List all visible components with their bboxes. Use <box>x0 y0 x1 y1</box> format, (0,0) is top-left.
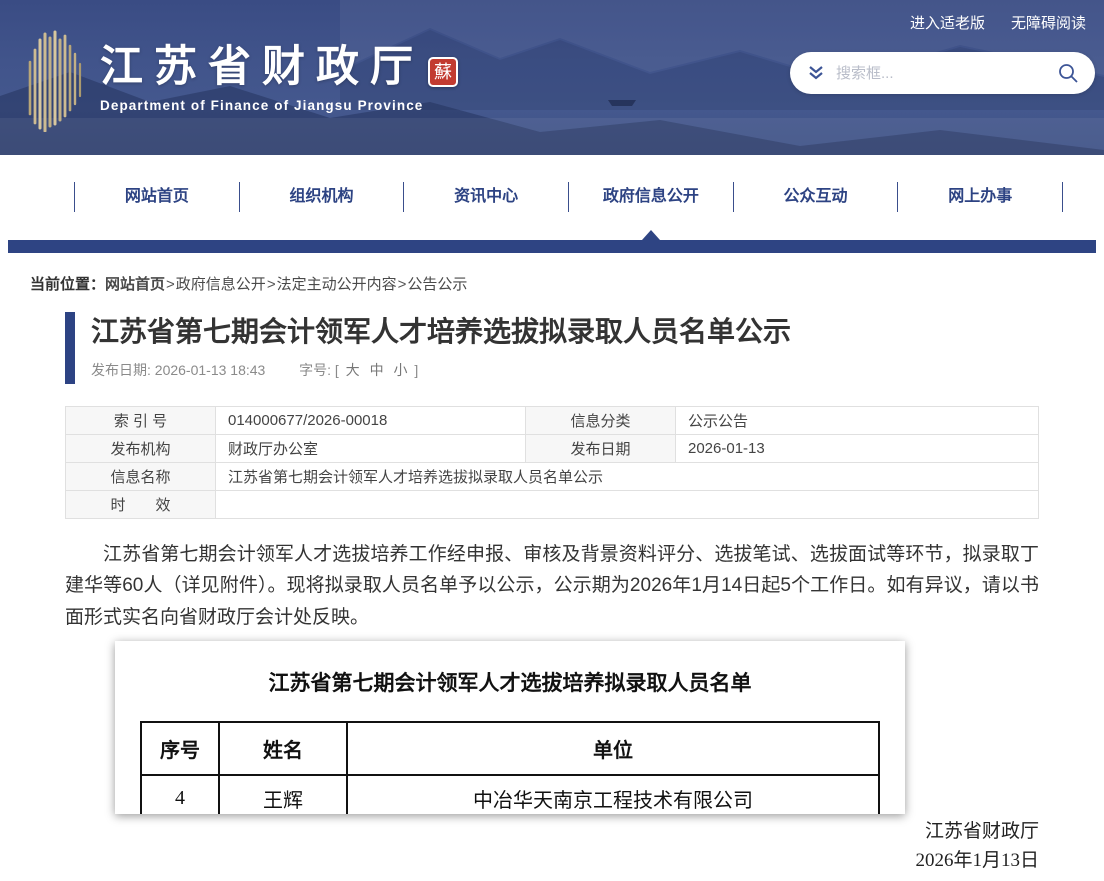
admitted-list-table: 序号 姓名 单位 4 王辉 中冶华天南京工程技术有限公司 <box>140 721 880 814</box>
signature-block: 江苏省财政厅 2026年1月13日 <box>65 818 1039 875</box>
fontsize-bracket: [ <box>335 362 339 378</box>
su-seal-icon: 蘇 <box>428 57 458 87</box>
info-value-name: 江苏省第七期会计领军人才培养选拔拟录取人员名单公示 <box>216 463 1039 491</box>
table-row: 索 引 号 014000677/2026-00018 信息分类 公示公告 <box>66 407 1039 435</box>
breadcrumb-separator: > <box>398 276 407 293</box>
document-info-table: 索 引 号 014000677/2026-00018 信息分类 公示公告 发布机… <box>65 406 1039 519</box>
nav-active-bar <box>8 240 1096 253</box>
info-label-validity: 时 效 <box>66 491 216 519</box>
info-label-agency: 发布机构 <box>66 435 216 463</box>
info-value-pubdate: 2026-01-13 <box>676 435 1039 463</box>
fontsize-bracket: ] <box>414 362 418 378</box>
info-value-validity <box>216 491 1039 519</box>
col-header-no: 序号 <box>141 722 219 775</box>
fontsize-large-button[interactable]: 大 <box>346 362 360 378</box>
cell-name: 王辉 <box>219 775 347 814</box>
signature-org: 江苏省财政厅 <box>65 818 1039 847</box>
publish-date-label: 发布日期: <box>91 362 151 378</box>
utility-links: 进入适老版 无障碍阅读 <box>910 12 1086 33</box>
breadcrumb-separator: > <box>166 276 175 293</box>
article: 江苏省第七期会计领军人才培养选拔拟录取人员名单公示 发布日期: 2026-01-… <box>0 312 1104 881</box>
search-icon[interactable] <box>1057 62 1079 84</box>
logo-text: 江苏省财政厅 蘇 Department of Finance of Jiangs… <box>100 28 458 113</box>
embedded-document-image: 江苏省第七期会计领军人才选拔培养拟录取人员名单 序号 姓名 单位 4 王辉 中冶… <box>115 641 905 814</box>
nav-item-interaction[interactable]: 公众互动 <box>733 182 898 212</box>
breadcrumb-separator: > <box>267 276 276 293</box>
site-logo[interactable]: 江苏省财政厅 蘇 Department of Finance of Jiangs… <box>26 28 458 132</box>
cell-no: 4 <box>141 775 219 814</box>
col-header-unit: 单位 <box>347 722 879 775</box>
nav-item-home[interactable]: 网站首页 <box>74 182 239 212</box>
table-header-row: 序号 姓名 单位 <box>141 722 879 775</box>
breadcrumb-announcements[interactable]: 公告公示 <box>407 276 467 293</box>
table-row: 信息名称 江苏省第七期会计领军人才培养选拔拟录取人员名单公示 <box>66 463 1039 491</box>
table-row: 发布机构 财政厅办公室 发布日期 2026-01-13 <box>66 435 1039 463</box>
embedded-doc-title: 江苏省第七期会计领军人才选拔培养拟录取人员名单 <box>140 667 880 697</box>
main-navigation: 网站首页 组织机构 资讯中心 政府信息公开 公众互动 网上办事 <box>0 155 1104 238</box>
site-header: 进入适老版 无障碍阅读 江苏省财政厅 蘇 Depa <box>0 0 1104 155</box>
breadcrumb-statutory[interactable]: 法定主动公开内容 <box>277 276 397 293</box>
chevron-double-down-icon[interactable] <box>806 63 826 83</box>
logo-pipes-icon <box>26 28 84 132</box>
title-block: 江苏省第七期会计领军人才培养选拔拟录取人员名单公示 发布日期: 2026-01-… <box>65 312 1039 384</box>
info-label-index: 索 引 号 <box>66 407 216 435</box>
fontsize-label: 字号: <box>299 362 331 378</box>
table-row: 4 王辉 中冶华天南京工程技术有限公司 <box>141 775 879 814</box>
info-label-category: 信息分类 <box>526 407 676 435</box>
elder-version-link[interactable]: 进入适老版 <box>910 12 985 33</box>
breadcrumb: 当前位置：网站首页>政府信息公开>法定主动公开内容>公告公示 <box>30 273 1104 294</box>
accessibility-link[interactable]: 无障碍阅读 <box>1011 12 1086 33</box>
info-label-pubdate: 发布日期 <box>526 435 676 463</box>
publish-date-value: 2026-01-13 18:43 <box>155 362 266 378</box>
page-title: 江苏省第七期会计领军人才培养选拔拟录取人员名单公示 <box>91 314 1039 349</box>
search-input[interactable] <box>836 65 1057 82</box>
info-value-index: 014000677/2026-00018 <box>216 407 526 435</box>
nav-item-services[interactable]: 网上办事 <box>897 182 1062 212</box>
nav-active-pointer-icon <box>642 230 660 240</box>
search-box[interactable] <box>790 52 1095 94</box>
signature-date: 2026年1月13日 <box>65 847 1039 876</box>
nav-item-org[interactable]: 组织机构 <box>239 182 404 212</box>
site-subtitle: Department of Finance of Jiangsu Provinc… <box>100 98 458 113</box>
breadcrumb-prefix: 当前位置： <box>30 276 105 293</box>
nav-item-news[interactable]: 资讯中心 <box>403 182 568 212</box>
nav-item-gov-info[interactable]: 政府信息公开 <box>568 182 733 212</box>
site-title: 江苏省财政厅 <box>100 46 424 89</box>
breadcrumb-gov-info[interactable]: 政府信息公开 <box>176 276 266 293</box>
cell-unit: 中冶华天南京工程技术有限公司 <box>347 775 879 814</box>
fontsize-medium-button[interactable]: 中 <box>370 362 384 378</box>
article-body: 江苏省第七期会计领军人才选拔培养工作经申报、审核及背景资料评分、选拔笔试、选拔面… <box>65 539 1039 633</box>
fontsize-small-button[interactable]: 小 <box>393 362 407 378</box>
info-value-category: 公示公告 <box>676 407 1039 435</box>
breadcrumb-home[interactable]: 网站首页 <box>105 276 165 293</box>
article-meta: 发布日期: 2026-01-13 18:43 字号: [ 大 中 小 ] <box>91 360 1039 380</box>
col-header-name: 姓名 <box>219 722 347 775</box>
info-label-name: 信息名称 <box>66 463 216 491</box>
info-value-agency: 财政厅办公室 <box>216 435 526 463</box>
table-row: 时 效 <box>66 491 1039 519</box>
